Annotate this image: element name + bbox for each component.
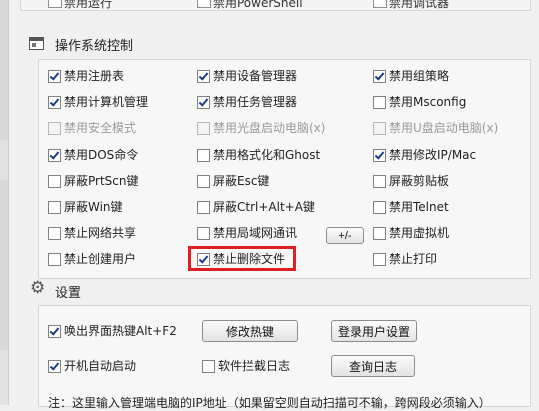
os-option-label: 禁止打印 <box>389 252 438 266</box>
os-option-label: 禁用DOS命令 <box>64 148 139 162</box>
os-option-label: 禁用设备管理器 <box>213 69 298 83</box>
os-option-checkbox[interactable] <box>373 175 386 188</box>
left-panel-segment <box>0 180 8 350</box>
plus-minus-button[interactable]: +/- <box>326 227 364 244</box>
top-checkbox-1[interactable] <box>48 0 62 8</box>
os-option-label: 禁用注册表 <box>64 69 125 83</box>
os-option-label: 禁用计算机管理 <box>64 95 149 109</box>
os-option-checkbox <box>373 122 386 135</box>
os-option-checkbox[interactable] <box>48 149 61 162</box>
top-label-3: 禁用调试器 <box>389 0 450 10</box>
autostart-label: 开机自动启动 <box>64 359 137 373</box>
os-option-checkbox[interactable] <box>373 253 386 266</box>
intercept-log-label: 软件拦截日志 <box>218 359 291 373</box>
left-panel-segment <box>0 0 8 140</box>
os-option-checkbox[interactable] <box>197 149 210 162</box>
os-option-checkbox[interactable] <box>48 253 61 266</box>
os-option-checkbox[interactable] <box>373 96 386 109</box>
os-option-label: 禁用安全模式 <box>64 121 137 135</box>
gear-icon: ⚙ <box>30 278 46 298</box>
hotkey-label: 唤出界面热键Alt+F2 <box>64 324 177 338</box>
os-option-label: 屏蔽PrtScn键 <box>64 174 139 188</box>
os-option-label: 禁用光盘启动电脑(x) <box>213 121 326 135</box>
settings-title: 设置 <box>55 286 82 301</box>
os-option-label: 禁用U盘启动电脑(x) <box>389 121 499 135</box>
top-checkbox-3[interactable] <box>373 0 387 8</box>
os-control-title: 操作系统控制 <box>55 39 134 54</box>
modify-hotkey-button[interactable]: 修改热键 <box>202 320 298 342</box>
os-option-label: 禁止创建用户 <box>64 252 137 266</box>
autostart-checkbox[interactable] <box>48 360 61 373</box>
os-option-label: 禁用局域网通讯 <box>213 226 298 240</box>
top-label-2: 禁用PowerShell <box>213 0 303 10</box>
os-option-checkbox[interactable] <box>373 201 386 214</box>
os-option-label: 禁用组策略 <box>389 69 450 83</box>
os-option-checkbox <box>48 122 61 135</box>
os-option-checkbox[interactable] <box>197 201 210 214</box>
query-log-button[interactable]: 查询日志 <box>331 355 415 377</box>
os-option-checkbox[interactable] <box>373 227 386 240</box>
os-option-checkbox[interactable] <box>373 149 386 162</box>
os-option-checkbox[interactable] <box>197 175 210 188</box>
os-option-label: 禁用Msconfig <box>389 95 467 109</box>
os-option-label: 屏蔽Win键 <box>64 200 123 214</box>
os-option-label: 禁止网络共享 <box>64 226 137 240</box>
os-option-checkbox <box>197 122 210 135</box>
ip-note-text: 注：这里输入管理端电脑的IP地址（如果留空则自动扫描可不输，跨网段必须输入） <box>48 396 491 410</box>
os-option-checkbox[interactable] <box>197 70 210 83</box>
os-option-label: 禁用任务管理器 <box>213 95 298 109</box>
top-checkbox-2[interactable] <box>197 0 211 8</box>
left-panel-edge <box>0 0 9 405</box>
login-settings-button[interactable]: 登录用户设置 <box>331 320 417 342</box>
os-option-checkbox[interactable] <box>373 70 386 83</box>
os-option-checkbox[interactable] <box>48 201 61 214</box>
hotkey-checkbox[interactable] <box>48 325 61 338</box>
os-option-label: 禁用虚拟机 <box>389 226 450 240</box>
os-option-label: 屏蔽Esc键 <box>213 174 270 188</box>
os-option-checkbox[interactable] <box>197 227 210 240</box>
os-option-checkbox[interactable] <box>48 96 61 109</box>
os-option-label: 屏蔽剪贴板 <box>389 174 450 188</box>
window-icon <box>29 37 44 50</box>
os-option-checkbox[interactable] <box>48 227 61 240</box>
highlight-box <box>188 246 296 271</box>
intercept-log-checkbox[interactable] <box>202 360 215 373</box>
os-option-label: 禁用格式化和Ghost <box>213 148 321 162</box>
os-option-checkbox[interactable] <box>48 70 61 83</box>
top-label-1: 禁用运行 <box>64 0 113 10</box>
os-option-checkbox[interactable] <box>197 96 210 109</box>
os-option-label: 禁用Telnet <box>389 200 449 214</box>
os-option-checkbox[interactable] <box>48 175 61 188</box>
os-option-label: 禁用修改IP/Mac <box>389 148 477 162</box>
os-option-label: 屏蔽Ctrl+Alt+A键 <box>213 200 315 214</box>
